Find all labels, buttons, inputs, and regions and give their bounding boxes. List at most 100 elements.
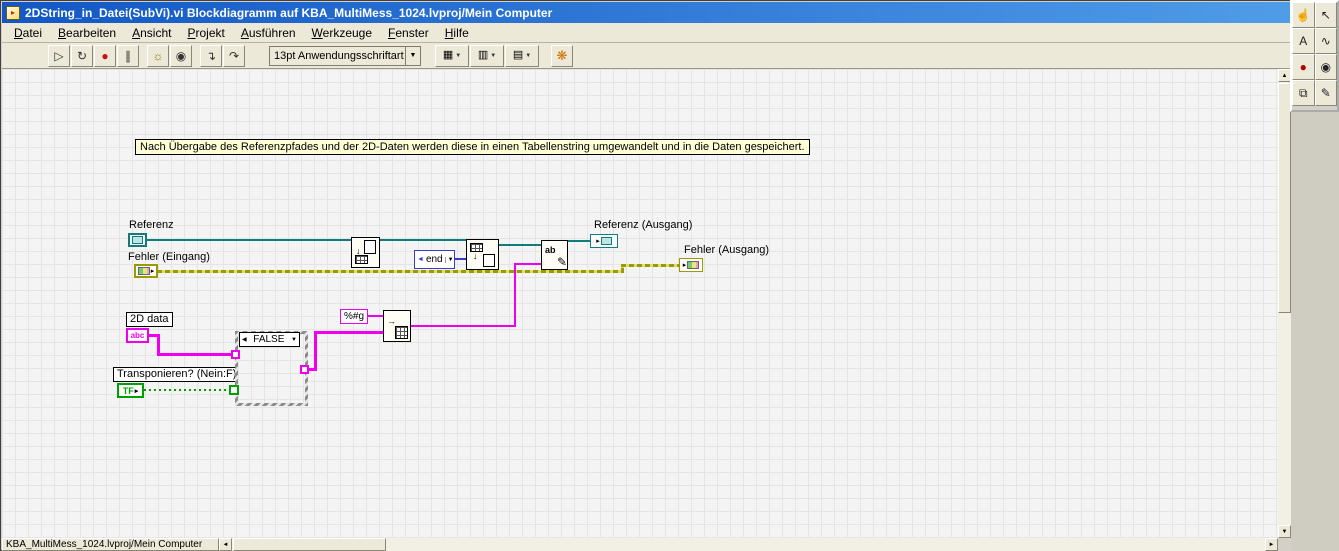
edit-text-tool[interactable]: A <box>1292 28 1315 54</box>
abort-button[interactable]: ● <box>94 44 116 67</box>
set-color-tool[interactable]: ✎ <box>1314 80 1337 106</box>
chevron-down-icon: ▼ <box>490 52 497 59</box>
menu-item[interactable]: Datei <box>6 24 50 42</box>
wire-reference-segment[interactable] <box>380 239 467 241</box>
terminal-2d-data[interactable]: abc <box>126 328 149 343</box>
chevron-down-icon: ▼ <box>525 52 532 59</box>
arrow-right-icon: ▸ <box>150 268 155 275</box>
vertical-scrollbar-thumb[interactable] <box>1278 83 1291 313</box>
probe-tool[interactable]: ◉ <box>1314 54 1337 80</box>
resize-corner <box>1278 538 1291 551</box>
scroll-down-button[interactable]: ▼ <box>1278 525 1291 538</box>
chevron-down-icon[interactable]: ▼ <box>291 337 297 343</box>
menu-item[interactable]: Hilfe <box>437 24 477 42</box>
label-referenz-ausgang: Referenz (Ausgang) <box>594 219 693 231</box>
scroll-right-button[interactable]: ► <box>1265 538 1278 551</box>
reorder-dropdown[interactable]: ▤ ▼ <box>505 44 539 67</box>
label-fehler-eingang: Fehler (Eingang) <box>128 251 210 263</box>
cleanup-diagram-button[interactable]: ❋ <box>551 44 573 67</box>
error-cluster-icon <box>687 261 700 269</box>
distribute-objects-dropdown[interactable]: ▥ ▼ <box>470 44 504 67</box>
menu-item[interactable]: Bearbeiten <box>50 24 124 42</box>
node-set-file-position[interactable]: ↓ <box>466 239 499 270</box>
label-referenz: Referenz <box>129 219 174 231</box>
node-write-text-file[interactable]: ab ✎ <box>541 240 568 270</box>
menu-item[interactable]: Ausführen <box>233 24 304 42</box>
arrow-right-icon: ▸ <box>682 262 687 269</box>
enum-value: end <box>425 253 443 265</box>
horizontal-scrollbar-thumb[interactable] <box>233 538 386 551</box>
case-selector-value: FALSE <box>253 333 285 345</box>
pencil-icon: ✎ <box>556 255 567 269</box>
step-over-button[interactable]: ↷ <box>223 44 245 67</box>
wire-string-segment[interactable] <box>314 331 317 371</box>
case-selector[interactable]: ◀ FALSE ▼ <box>239 332 300 347</box>
node-array-to-spreadsheet-string[interactable]: → <box>383 310 411 342</box>
menu-item[interactable]: Werkzeuge <box>304 24 380 42</box>
retain-wire-values-button[interactable]: ◉ <box>170 44 192 67</box>
table-icon <box>355 255 368 264</box>
wire-reference-segment[interactable] <box>568 240 591 242</box>
align-objects-dropdown[interactable]: ▦ ▼ <box>435 44 469 67</box>
wire-string-segment[interactable] <box>411 325 515 327</box>
scroll-left-button[interactable]: ◄ <box>219 538 232 551</box>
vertical-scrollbar[interactable]: ▲ ▼ <box>1278 69 1291 538</box>
wire-reference-segment[interactable] <box>499 244 542 246</box>
terminal-referenz-input[interactable] <box>128 233 147 247</box>
wire-string-segment[interactable] <box>514 263 516 327</box>
constant-format-string[interactable]: %#g <box>340 309 368 324</box>
terminal-fehler-ausgang[interactable]: ▸ <box>679 258 703 272</box>
constant-file-position[interactable]: ◄ end ▼ <box>414 250 455 269</box>
label-transponieren: Transponieren? (Nein:F) <box>113 367 241 382</box>
connect-wire-tool[interactable]: ∿ <box>1314 28 1337 54</box>
font-selector[interactable]: 13pt Anwendungsschriftart ▼ <box>269 45 421 66</box>
format-string-value: %#g <box>343 310 364 322</box>
menu-item[interactable]: Projekt <box>179 24 232 42</box>
arrange-icon: ▦ <box>442 49 454 61</box>
tools-palette: ☝ ↖ A ∿ ● ◉ ⧉ ✎ <box>1290 0 1339 112</box>
wire-string-segment[interactable] <box>157 353 233 356</box>
horizontal-scrollbar[interactable] <box>232 538 1265 551</box>
window-title: 2DString_in_Datei(SubVi).vi Blockdiagram… <box>25 5 553 20</box>
chevron-down-icon: ▼ <box>455 52 462 59</box>
label-fehler-ausgang: Fehler (Ausgang) <box>684 244 769 256</box>
arrow-right-icon: ▸ <box>134 387 139 395</box>
terminal-referenz-ausgang[interactable]: ▸ <box>590 234 618 248</box>
chevron-down-icon[interactable]: ▼ <box>405 46 420 65</box>
chevron-down-icon: ▼ <box>444 256 454 263</box>
title-bar[interactable]: ▸ 2DString_in_Datei(SubVi).vi Blockdiagr… <box>2 2 1290 23</box>
file-icon <box>364 240 376 254</box>
menu-item[interactable]: Fenster <box>380 24 437 42</box>
menu-bar: Datei Bearbeiten Ansicht Projekt Ausführ… <box>2 23 1290 43</box>
wire-string-segment[interactable] <box>514 263 542 265</box>
debug-button-group: ☼ ◉ <box>147 44 192 67</box>
run-continuous-button[interactable]: ↻ <box>71 44 93 67</box>
step-into-button[interactable]: ↴ <box>200 44 222 67</box>
arrow-left-icon[interactable]: ◀ <box>242 337 247 343</box>
terminal-fehler-eingang[interactable]: ▸ <box>134 264 158 278</box>
breakpoint-tool[interactable]: ● <box>1292 54 1315 80</box>
node-open-create-file[interactable]: ↓ <box>351 237 380 268</box>
position-select-tool[interactable]: ↖ <box>1314 2 1337 28</box>
case-tunnel-input[interactable] <box>231 350 240 359</box>
menu-item[interactable]: Ansicht <box>124 24 179 42</box>
get-color-tool[interactable]: ⧉ <box>1292 80 1315 106</box>
wire-error-segment[interactable] <box>157 270 623 273</box>
wire-string-segment[interactable] <box>368 315 383 317</box>
label-2d-data: 2D data <box>126 312 173 327</box>
run-button[interactable]: ▷ <box>48 44 70 67</box>
operate-value-tool[interactable]: ☝ <box>1292 2 1315 28</box>
block-diagram-canvas[interactable]: Nach Übergabe des Referenzpfades und der… <box>2 69 1278 538</box>
project-context-tab[interactable]: KBA_MultiMess_1024.lvproj/Mein Computer <box>2 538 219 551</box>
terminal-transponieren[interactable]: TF ▸ <box>117 383 144 398</box>
wire-string-segment[interactable] <box>314 331 384 334</box>
highlight-execution-button[interactable]: ☼ <box>147 44 169 67</box>
arrange-dropdown-group: ▦ ▼ ▥ ▼ ▤ ▼ <box>435 44 539 67</box>
pause-button[interactable]: ∥ <box>117 44 139 67</box>
wire-boolean-segment[interactable] <box>144 389 231 391</box>
wire-reference-segment[interactable] <box>147 239 352 241</box>
wire-error-segment[interactable] <box>621 264 680 267</box>
case-tunnel-output[interactable] <box>300 365 309 374</box>
free-label-comment[interactable]: Nach Übergabe des Referenzpfades und der… <box>135 139 810 155</box>
case-selector-terminal[interactable] <box>229 385 239 395</box>
